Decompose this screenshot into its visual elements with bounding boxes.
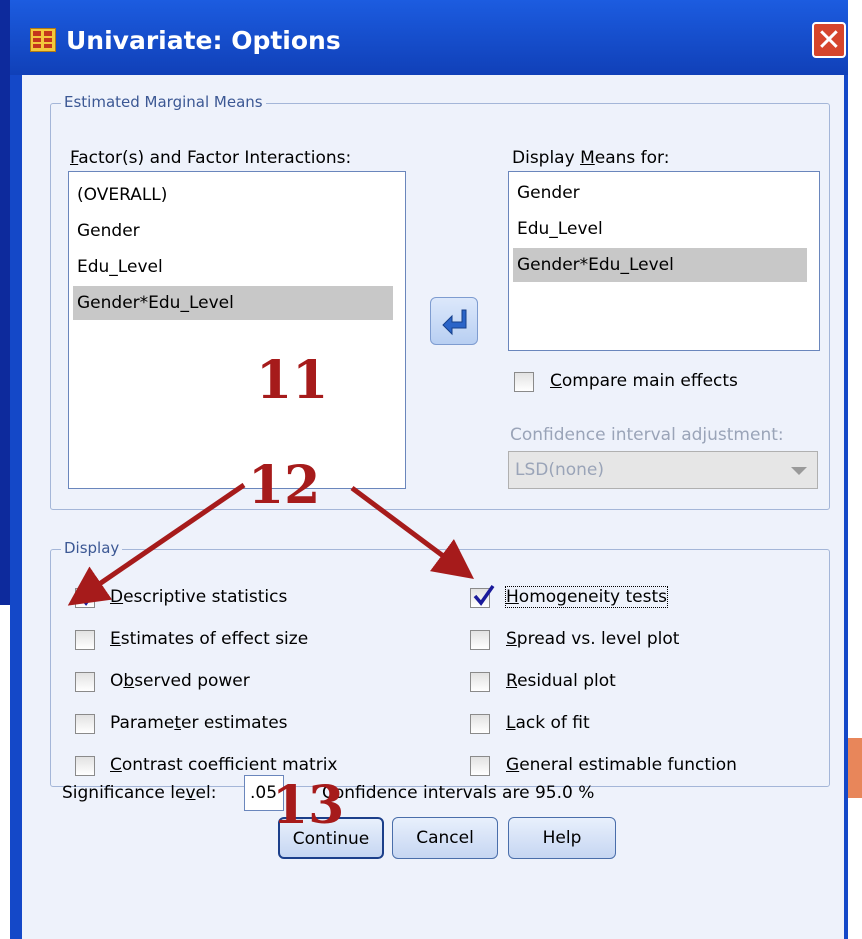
annotation-12: 12 [248,455,321,516]
display-means-list[interactable]: Gender Edu_Level Gender*Edu_Level [508,171,820,351]
general-estimable-label: General estimable function [506,755,737,775]
list-item[interactable]: Edu_Level [513,212,811,246]
display-group: Display [50,539,830,787]
list-item[interactable]: Gender [513,176,811,210]
ci-adjust-dropdown[interactable]: LSD(none) [508,451,818,489]
residual-plot-label: Residual plot [506,671,616,691]
ci-adjust-label: Confidence interval adjustment: [510,425,784,445]
spread-level-checkbox[interactable] [470,630,490,650]
dialog-body: Estimated Marginal Means Factor(s) and F… [22,75,844,939]
lack-of-fit-checkbox[interactable] [470,714,490,734]
list-item[interactable]: Edu_Level [73,250,397,284]
check-icon [473,584,495,606]
factors-label: Factor(s) and Factor Interactions: [70,148,352,168]
contrast-matrix-checkbox[interactable] [75,756,95,776]
annotation-11: 11 [256,350,329,411]
chevron-down-icon [791,467,807,475]
effect-size-checkbox[interactable] [75,630,95,650]
display-legend: Display [61,539,123,557]
ci-text: Confidence intervals are 95.0 % [322,783,595,803]
factors-list[interactable]: (OVERALL) Gender Edu_Level Gender*Edu_Le… [68,171,406,489]
close-icon[interactable]: ✕ [812,22,846,58]
display-means-label: Display Means for: [512,148,670,168]
observed-power-label: Observed power [110,671,250,691]
contrast-matrix-label: Contrast coefficient matrix [110,755,338,775]
general-estimable-checkbox[interactable] [470,756,490,776]
list-item-selected[interactable]: Gender*Edu_Level [73,286,393,320]
list-item-selected[interactable]: Gender*Edu_Level [513,248,807,282]
arrow-back-icon [442,309,467,336]
title-bar[interactable]: Univariate: Options ✕ [10,0,848,75]
parameter-estimates-label: Parameter estimates [110,713,288,733]
emm-legend: Estimated Marginal Means [61,93,266,111]
compare-main-effects-label: Compare main effects [550,371,738,391]
lack-of-fit-label: Lack of fit [506,713,590,733]
homogeneity-label: Homogeneity tests [505,586,668,608]
observed-power-checkbox[interactable] [75,672,95,692]
compare-main-effects-checkbox[interactable] [514,372,534,392]
help-button[interactable]: Help [508,817,616,859]
options-dialog: Univariate: Options ✕ Estimated Marginal… [10,0,848,939]
list-item[interactable]: Gender [73,214,397,248]
effect-size-label: Estimates of effect size [110,629,309,649]
check-icon [78,584,100,606]
parameter-estimates-checkbox[interactable] [75,714,95,734]
spread-level-label: Spread vs. level plot [506,629,680,649]
annotation-13: 13 [272,775,345,836]
descriptive-stats-label: Descriptive statistics [110,587,288,607]
cancel-button[interactable]: Cancel [392,817,498,859]
residual-plot-checkbox[interactable] [470,672,490,692]
spss-grid-icon [30,28,56,52]
background-accent [848,738,862,798]
ci-adjust-value: LSD(none) [515,460,605,480]
dialog-title: Univariate: Options [66,26,341,55]
list-item[interactable]: (OVERALL) [73,178,397,212]
significance-label: Significance level: [62,783,217,803]
move-variable-button[interactable] [430,297,478,345]
